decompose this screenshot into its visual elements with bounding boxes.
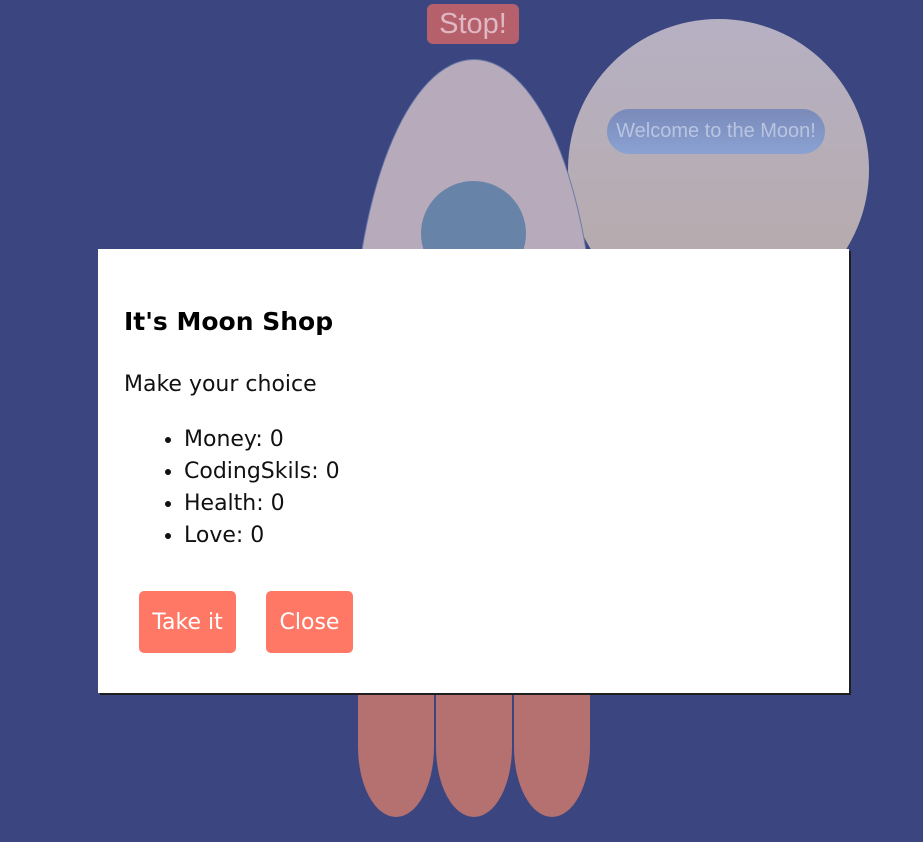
stat-health: Health: 0	[184, 488, 340, 520]
take-it-button[interactable]: Take it	[139, 591, 236, 653]
welcome-banner: Welcome to the Moon!	[607, 109, 825, 154]
moon-shop-modal: It's Moon Shop Make your choice Money: 0…	[98, 249, 849, 693]
stat-coding-skills: CodingSkils: 0	[184, 456, 340, 488]
stop-button[interactable]: Stop!	[427, 4, 519, 44]
close-button[interactable]: Close	[266, 591, 353, 653]
modal-subtitle: Make your choice	[124, 372, 317, 397]
stats-list: Money: 0 CodingSkils: 0 Health: 0 Love: …	[124, 424, 340, 552]
moon-scene: Welcome to the Moon! Stop! It's Moon Sho…	[0, 0, 923, 842]
stat-love: Love: 0	[184, 520, 340, 552]
stat-money: Money: 0	[184, 424, 340, 456]
modal-title: It's Moon Shop	[124, 307, 334, 336]
